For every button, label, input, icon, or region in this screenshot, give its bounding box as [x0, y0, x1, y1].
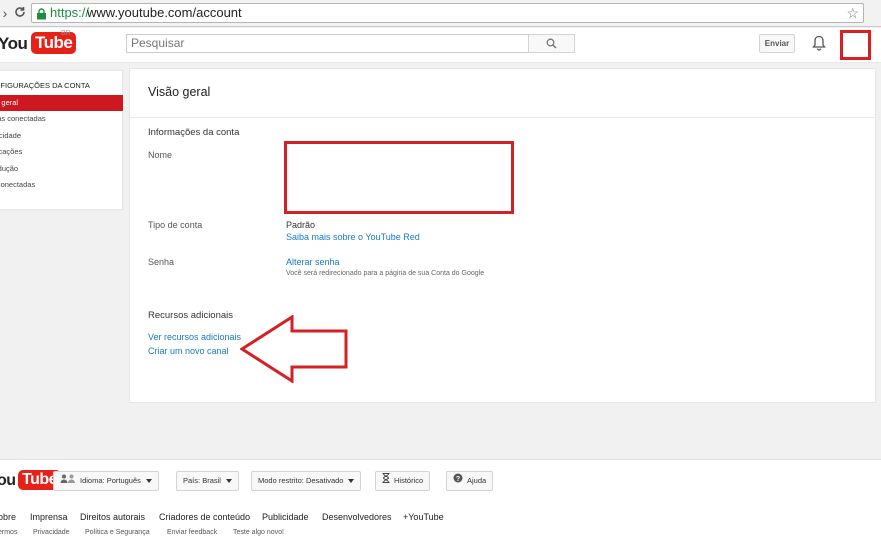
sidebar-item-notifications[interactable]: tificações [0, 144, 123, 160]
account-type-value: Padrão [286, 220, 316, 230]
annotation-arrow-icon [240, 315, 348, 383]
footer-link-try-new[interactable]: Teste algo novo! [233, 529, 284, 536]
notifications-bell-icon[interactable] [812, 35, 826, 51]
sidebar-item-label: vacidade [0, 131, 22, 140]
chevron-down-icon [225, 479, 232, 484]
history-label: Histórico [394, 476, 424, 485]
youtube-red-link[interactable]: Saiba mais sobre o YouTube Red [286, 232, 420, 242]
change-password-link[interactable]: Alterar senha [286, 257, 340, 267]
footer-link-policy-safety[interactable]: Política e Segurança [85, 529, 150, 536]
restricted-mode-selector[interactable]: Modo restrito: Desativado [251, 471, 362, 491]
chevron-down-icon [348, 479, 355, 484]
sidebar-item-playback[interactable]: rodução [0, 161, 123, 177]
footer-link-terms[interactable]: ermos [0, 529, 17, 536]
sidebar-item-privacy[interactable]: vacidade [0, 128, 123, 144]
search-icon [546, 38, 557, 49]
footer-logo-you-text: You [0, 472, 16, 489]
masthead: You Tube BR Pesquisar Enviar [0, 28, 881, 63]
country-selector[interactable]: País: Brasil [176, 471, 239, 491]
logo-you-text: You [0, 34, 28, 53]
lock-icon [36, 7, 47, 20]
sidebar-heading: NFIGURAÇÕES DA CONTA [0, 81, 90, 90]
hourglass-icon [382, 472, 390, 490]
upload-button[interactable]: Enviar [759, 34, 795, 53]
footer-link-developers[interactable]: Desenvolvedores [322, 512, 392, 522]
country-value: Brasil [202, 476, 221, 485]
account-info-heading: Informações da conta [148, 127, 240, 138]
footer-link-send-feedback[interactable]: Enviar feedback [167, 529, 217, 536]
reload-icon[interactable] [11, 4, 29, 22]
account-settings-sidebar: NFIGURAÇÕES DA CONTA ão geral ntas conec… [0, 70, 123, 210]
help-button[interactable]: ? Ajuda [446, 471, 494, 491]
language-value: Português [106, 476, 141, 485]
language-icon [60, 472, 76, 490]
footer-link-advertise[interactable]: Publicidade [262, 512, 309, 522]
url-path: www.youtube.com/account [87, 5, 242, 20]
see-additional-resources-link[interactable]: Ver recursos adicionais [148, 332, 241, 342]
name-label: Nome [148, 150, 173, 160]
search-button[interactable] [528, 34, 575, 53]
footer-link-press[interactable]: Imprensa [30, 512, 68, 522]
svg-text:?: ? [456, 476, 460, 483]
language-selector[interactable]: Idioma: Português [53, 471, 159, 491]
footer: You Tube Idioma: Português País: Brasil … [0, 459, 881, 536]
sidebar-item-label: rodução [0, 164, 19, 173]
footer-link-copyright[interactable]: Direitos autorais [80, 512, 145, 522]
language-label: Idioma: [80, 476, 105, 485]
create-channel-link[interactable]: Criar um novo canal [148, 346, 229, 356]
sidebar-item-label: tificações [0, 147, 23, 156]
footer-link-plus-youtube[interactable]: +YouTube [403, 512, 444, 522]
country-label: País: [183, 476, 201, 485]
restricted-mode-label: Modo restrito: [258, 476, 304, 485]
footer-link-about[interactable]: obre [0, 512, 16, 522]
restricted-mode-value: Desativado [305, 476, 344, 485]
password-redirect-note: Você será redirecionado para a página de… [286, 270, 485, 277]
overview-panel: Visão geral Informações da conta Nome Ti… [129, 68, 876, 403]
search-input[interactable]: Pesquisar [126, 34, 529, 53]
sidebar-item-connected-apps[interactable]: s conectadas [0, 177, 123, 193]
help-label: Ajuda [467, 476, 487, 485]
page-title: Visão geral [148, 85, 211, 99]
history-button[interactable]: Histórico [375, 471, 431, 491]
browser-toolbar: › https:// www.youtube.com/account ☆ [0, 0, 881, 27]
sidebar-item-label: ntas conectadas [0, 114, 46, 123]
sidebar-item-label: ão geral [0, 98, 19, 107]
footer-link-privacy[interactable]: Privacidade [33, 529, 70, 536]
address-bar[interactable]: https:// www.youtube.com/account ☆ [31, 3, 864, 23]
chevron-down-icon [145, 479, 152, 484]
account-type-label: Tipo de conta [148, 220, 203, 230]
sidebar-item-connected-accounts[interactable]: ntas conectadas [0, 111, 123, 127]
avatar[interactable] [840, 30, 871, 60]
url-scheme: https:// [50, 5, 90, 20]
additional-resources-heading: Recursos adicionais [148, 310, 234, 321]
divider [130, 117, 875, 118]
logo-country-code: BR [61, 30, 71, 37]
footer-link-creators[interactable]: Criadores de conteúdo [159, 512, 250, 522]
bookmark-star-icon[interactable]: ☆ [846, 4, 859, 22]
help-icon: ? [453, 472, 463, 490]
sidebar-item-label: s conectadas [0, 180, 36, 189]
redacted-name-box [284, 141, 514, 214]
sidebar-item-overview[interactable]: ão geral [0, 95, 123, 111]
password-label: Senha [148, 257, 175, 267]
